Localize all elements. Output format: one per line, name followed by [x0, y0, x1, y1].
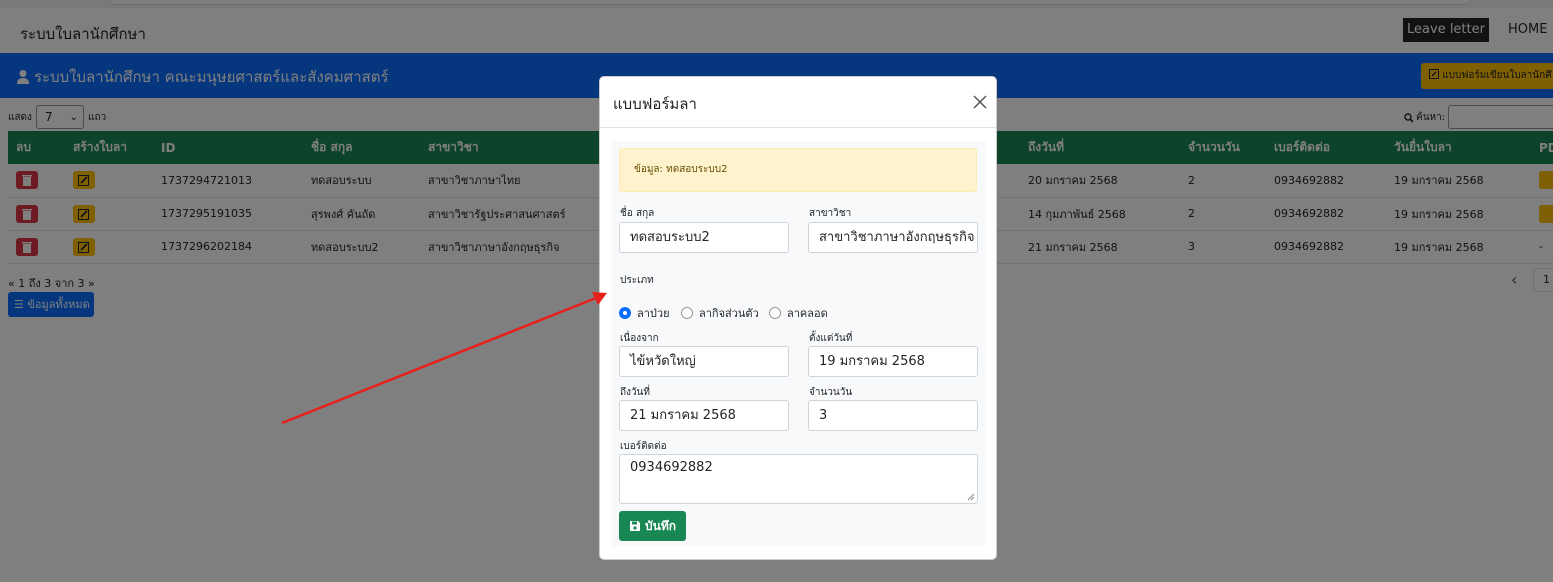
save-label: บันทึก: [645, 518, 676, 533]
radio-sick-leave[interactable]: ลาป่วย: [619, 304, 670, 322]
leave-type-label: ประเภท: [620, 275, 654, 286]
to-date-field[interactable]: 21 มกราคม 2568: [619, 400, 789, 431]
major-label: สาขาวิชา: [809, 208, 852, 219]
days-label: จำนวนวัน: [809, 387, 853, 398]
phone-label: เบอร์ติดต่อ: [620, 441, 667, 452]
days-field[interactable]: 3: [808, 400, 978, 431]
from-date-label: ตั้งแต่วันที่: [809, 333, 853, 344]
leave-form-modal: แบบฟอร์มลา ข้อมูล: ทดสอบระบบ2 ชื่อ สกุล …: [599, 76, 997, 560]
radio-dot: [619, 307, 631, 319]
reason-label: เนื่องจาก: [620, 333, 659, 344]
resize-grip-icon[interactable]: [967, 493, 975, 501]
radio-personal-leave[interactable]: ลากิจส่วนตัว: [681, 304, 759, 322]
modal-header: แบบฟอร์มลา: [600, 77, 996, 128]
modal-title: แบบฟอร์มลา: [613, 95, 697, 113]
to-date-label: ถึงวันที่: [620, 387, 650, 398]
floppy-disk-icon: [630, 521, 640, 531]
modal-body: ข้อมูล: ทดสอบระบบ2 ชื่อ สกุล ทดสอบระบบ2 …: [612, 141, 986, 546]
name-field[interactable]: ทดสอบระบบ2: [619, 222, 789, 253]
save-button[interactable]: บันทึก: [619, 511, 686, 541]
radio-maternity-leave[interactable]: ลาคลอด: [769, 304, 828, 322]
radio-label: ลาคลอด: [787, 307, 828, 320]
radio-dot: [769, 307, 781, 319]
radio-dot: [681, 307, 693, 319]
phone-value: 0934692882: [630, 460, 713, 475]
from-date-field[interactable]: 19 มกราคม 2568: [808, 346, 978, 377]
name-label: ชื่อ สกุล: [620, 208, 655, 219]
phone-textarea[interactable]: 0934692882: [619, 454, 978, 504]
radio-label: ลากิจส่วนตัว: [699, 307, 759, 320]
close-icon[interactable]: [973, 95, 987, 109]
info-alert: ข้อมูล: ทดสอบระบบ2: [619, 148, 977, 192]
major-field[interactable]: สาขาวิชาภาษาอังกฤษธุรกิจ: [808, 222, 978, 253]
reason-field[interactable]: ไข้หวัดใหญ่: [619, 346, 789, 377]
radio-label: ลาป่วย: [637, 307, 670, 320]
